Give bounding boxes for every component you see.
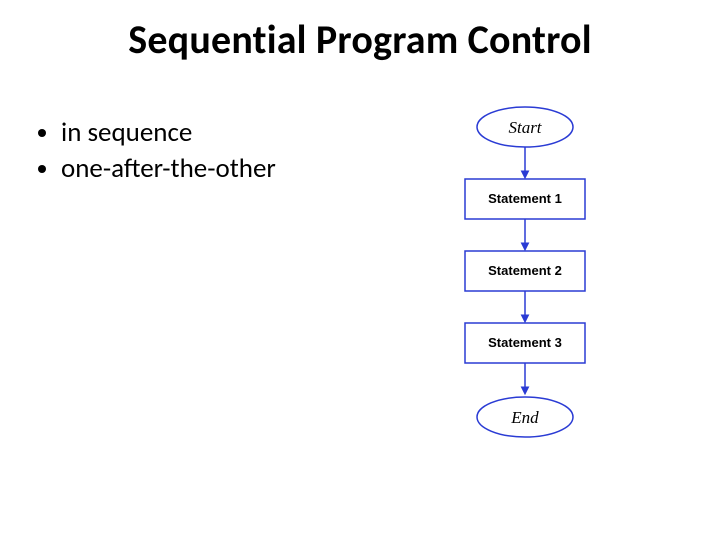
bullet-item: in sequence (61, 115, 276, 151)
slide: Sequential Program Control in sequence o… (0, 0, 720, 540)
bullet-list: in sequence one-after-the-other (35, 115, 276, 188)
bullet-item: one-after-the-other (61, 151, 276, 187)
statement-label: Statement 1 (488, 191, 562, 206)
slide-title: Sequential Program Control (0, 15, 720, 64)
end-label: End (510, 408, 539, 427)
statement-label: Statement 3 (488, 335, 562, 350)
statement-label: Statement 2 (488, 263, 562, 278)
start-label: Start (508, 118, 542, 137)
flowchart: Start Statement 1 Statement 2 Statement … (415, 105, 635, 505)
